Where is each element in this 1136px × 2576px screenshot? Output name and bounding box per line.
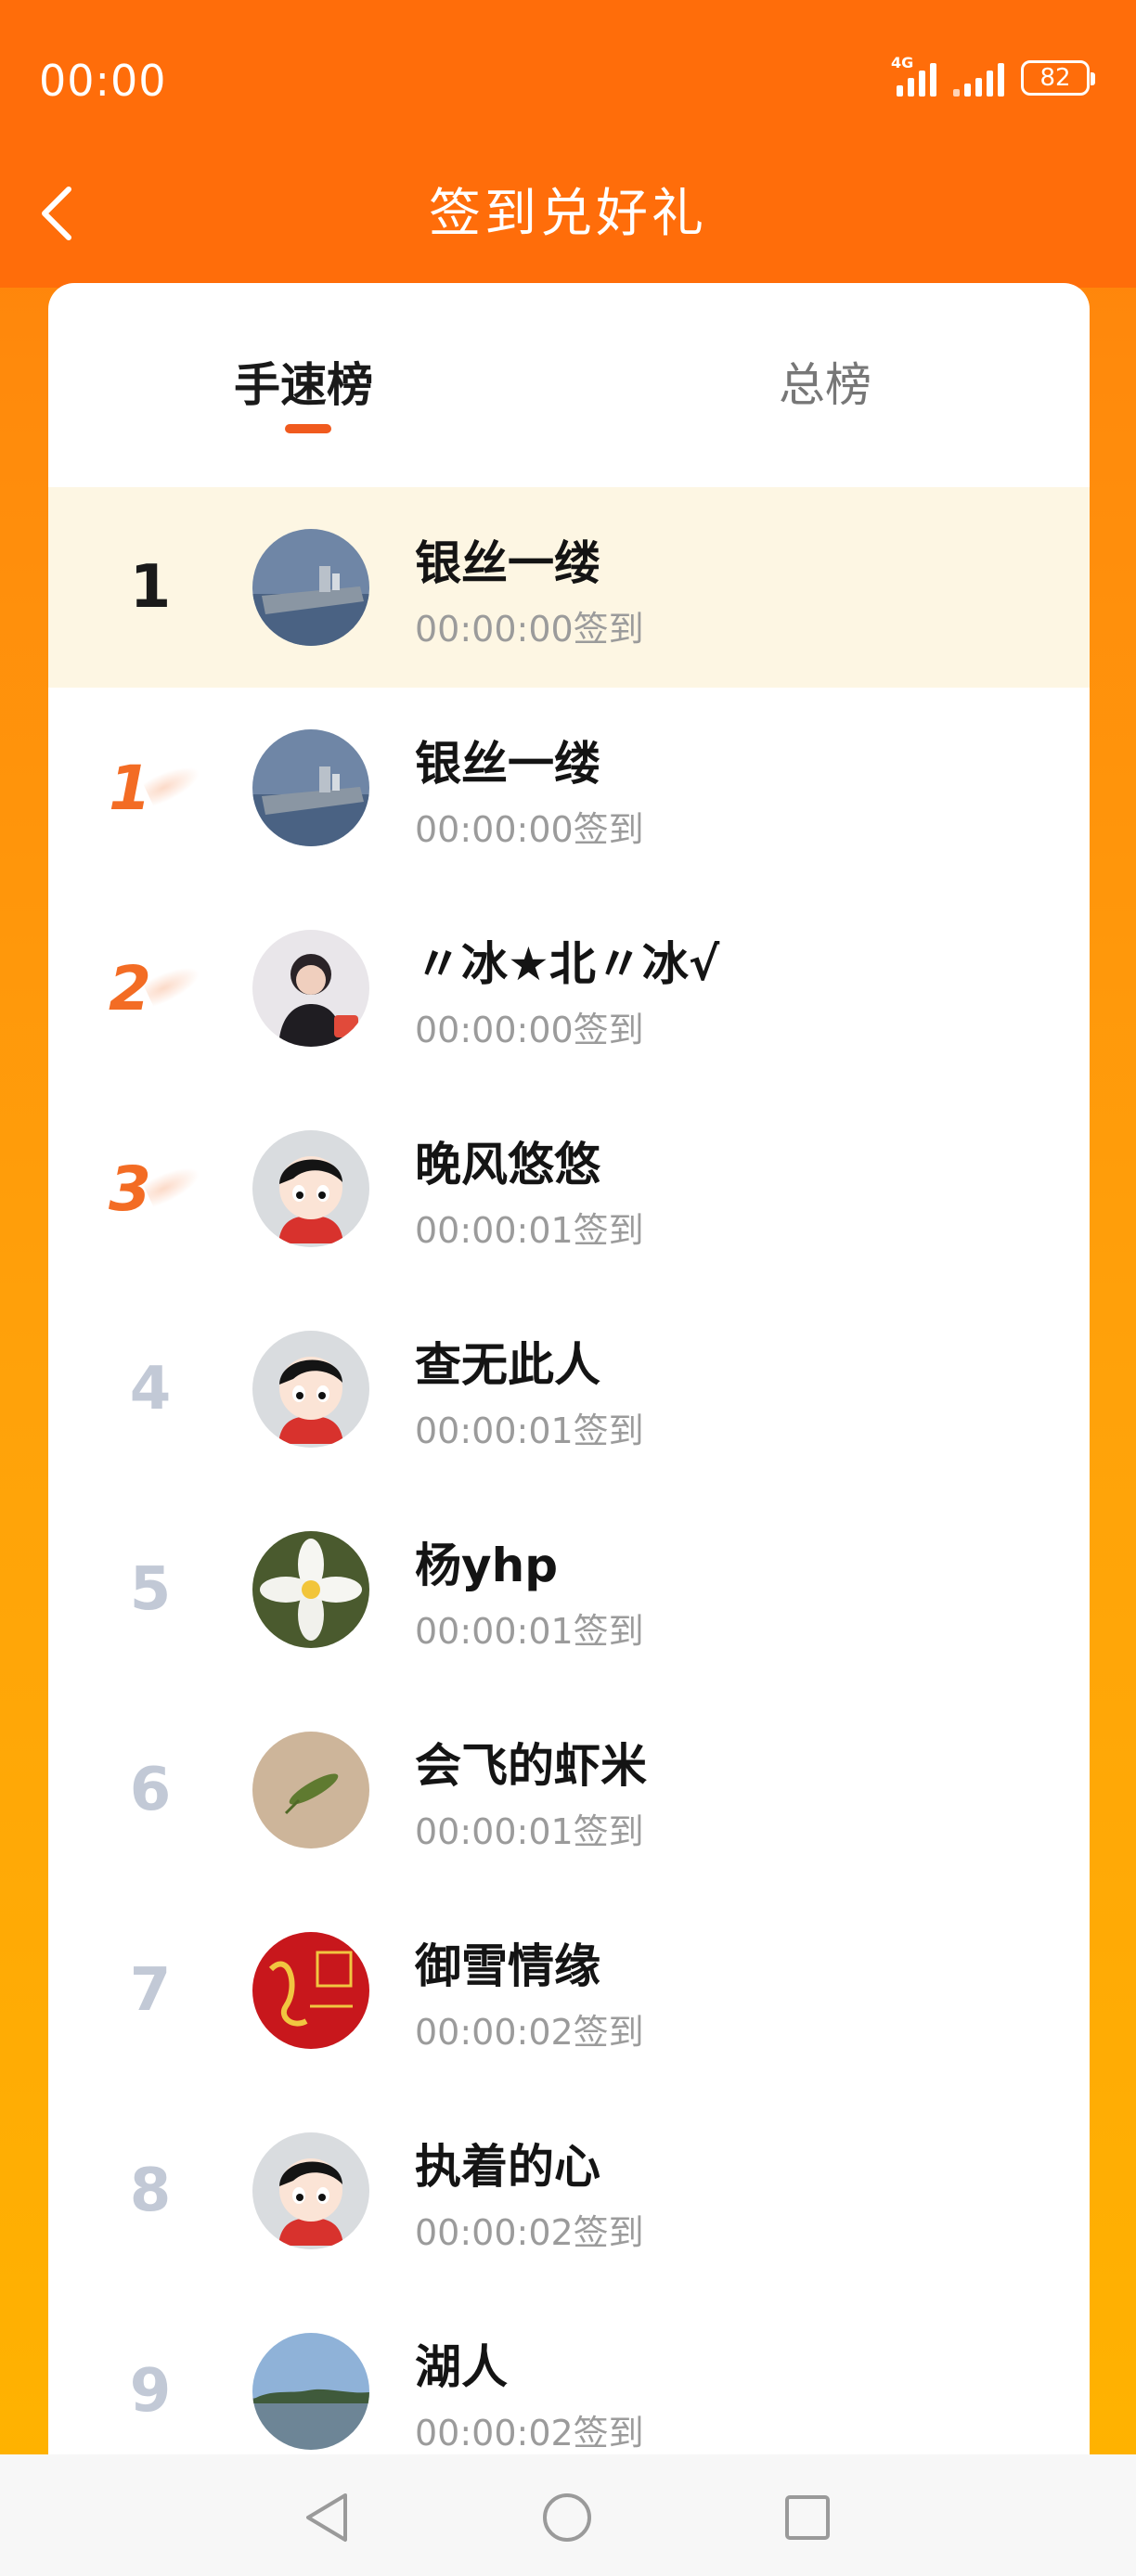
rank-row[interactable]: 3 晚风悠悠 00:00:01签到	[48, 1088, 1090, 1289]
signal-icon	[953, 59, 1004, 97]
rank-row[interactable]: 7 御雪情缘 00:00:02签到	[48, 1890, 1090, 2091]
tab-bar: 手速榜 总榜	[48, 283, 1090, 487]
avatar	[252, 930, 369, 1047]
rank-row[interactable]: 4 查无此人 00:00:01签到	[48, 1289, 1090, 1489]
avatar	[252, 529, 369, 646]
rank-row[interactable]: 6 会飞的虾米 00:00:01签到	[48, 1690, 1090, 1890]
rank-row[interactable]: 9 湖人 00:00:02签到	[48, 2291, 1090, 2473]
page-title: 签到兑好礼	[429, 184, 707, 244]
my-rank-row[interactable]: 1 银丝一缕 00:00:00签到	[48, 487, 1090, 688]
avatar	[252, 1130, 369, 1247]
checkin-time: 00:00:00签到	[415, 609, 644, 650]
aircraft-carrier-avatar	[252, 529, 369, 646]
aircraft-carrier-avatar	[252, 729, 369, 846]
triangle-back-icon	[306, 2493, 347, 2542]
rank-number: 9	[129, 2357, 172, 2426]
rank-number: 7	[129, 1956, 172, 2025]
avatar	[252, 2333, 369, 2450]
avatar	[252, 1331, 369, 1448]
user-name: 杨yhp	[415, 1539, 558, 1592]
user-name: 银丝一缕	[415, 536, 600, 590]
tab-total-ranking[interactable]: 总榜	[779, 348, 871, 415]
white-flower-avatar	[252, 1531, 369, 1648]
cartoon-boy-avatar	[252, 1130, 369, 1247]
rank-number: 8	[129, 2157, 172, 2225]
checkin-time: 00:00:00签到	[415, 1010, 644, 1050]
rank-row[interactable]: 1 银丝一缕 00:00:00签到	[48, 688, 1090, 888]
nav-back-button[interactable]	[290, 2480, 364, 2555]
rank-number: 2	[95, 888, 206, 1088]
user-name: 湖人	[415, 2340, 508, 2394]
network-type: 4G	[891, 54, 914, 71]
user-name: 御雪情缘	[415, 1939, 600, 1993]
tab-speed-ranking[interactable]: 手速榜	[234, 348, 373, 415]
checkin-time: 00:00:01签到	[415, 1611, 644, 1652]
active-tab-indicator	[285, 424, 331, 433]
user-name: 查无此人	[415, 1338, 600, 1392]
circle-home-icon	[543, 2493, 591, 2542]
rank-number: 1	[129, 553, 172, 622]
cartoon-boy-avatar	[252, 2132, 369, 2249]
rank-row[interactable]: 8 执着的心 00:00:02签到	[48, 2091, 1090, 2291]
status-time: 00:00	[39, 56, 167, 106]
checkin-time: 00:00:02签到	[415, 2413, 644, 2454]
checkin-time: 00:00:02签到	[415, 2012, 644, 2053]
system-nav-bar	[0, 2454, 1136, 2576]
ranking-list: 1 银丝一缕 00:00:00签到 1 银丝一缕 00:00:00签到 2 〃冰…	[48, 487, 1090, 2473]
red-dragon-avatar	[252, 1932, 369, 2049]
avatar	[252, 2132, 369, 2249]
person-photo-avatar	[252, 930, 369, 1047]
rank-row[interactable]: 5 杨yhp 00:00:01签到	[48, 1489, 1090, 1690]
rank-row[interactable]: 2 〃冰★北〃冰√ 00:00:00签到	[48, 888, 1090, 1088]
rank-number: 4	[129, 1355, 172, 1423]
checkin-time: 00:00:01签到	[415, 1210, 644, 1251]
avatar	[252, 729, 369, 846]
battery-icon: 82	[1021, 60, 1095, 96]
checkin-time: 00:00:01签到	[415, 1410, 644, 1451]
signal-4g-icon: 4G	[891, 54, 936, 97]
nav-recent-button[interactable]	[770, 2480, 845, 2555]
battery-level: 82	[1039, 64, 1071, 92]
user-name: 〃冰★北〃冰√	[415, 937, 720, 991]
mantis-avatar	[252, 1732, 369, 1848]
square-recent-icon	[785, 2495, 830, 2540]
avatar	[252, 1932, 369, 2049]
lake-landscape-avatar	[252, 2333, 369, 2450]
rank-number: 5	[129, 1555, 172, 1624]
rank-number: 1	[95, 688, 206, 888]
leaderboard-card: 手速榜 总榜 1 银丝一缕 00:00:00签到 1 银丝一缕 00:00:00…	[48, 283, 1090, 2473]
avatar	[252, 1732, 369, 1848]
checkin-time: 00:00:02签到	[415, 2212, 644, 2253]
user-name: 晚风悠悠	[415, 1138, 600, 1191]
checkin-time: 00:00:00签到	[415, 809, 644, 850]
user-name: 银丝一缕	[415, 737, 600, 791]
status-icons: 4G 82	[891, 54, 1095, 97]
rank-number: 6	[129, 1756, 172, 1824]
rank-number: 3	[95, 1088, 206, 1289]
checkin-time: 00:00:01签到	[415, 1811, 644, 1852]
user-name: 执着的心	[415, 2140, 600, 2194]
avatar	[252, 1531, 369, 1648]
user-name: 会飞的虾米	[415, 1739, 647, 1793]
cartoon-boy-avatar	[252, 1331, 369, 1448]
app-header: 00:00 4G 82 签到兑好礼	[0, 0, 1136, 288]
nav-home-button[interactable]	[530, 2480, 604, 2555]
